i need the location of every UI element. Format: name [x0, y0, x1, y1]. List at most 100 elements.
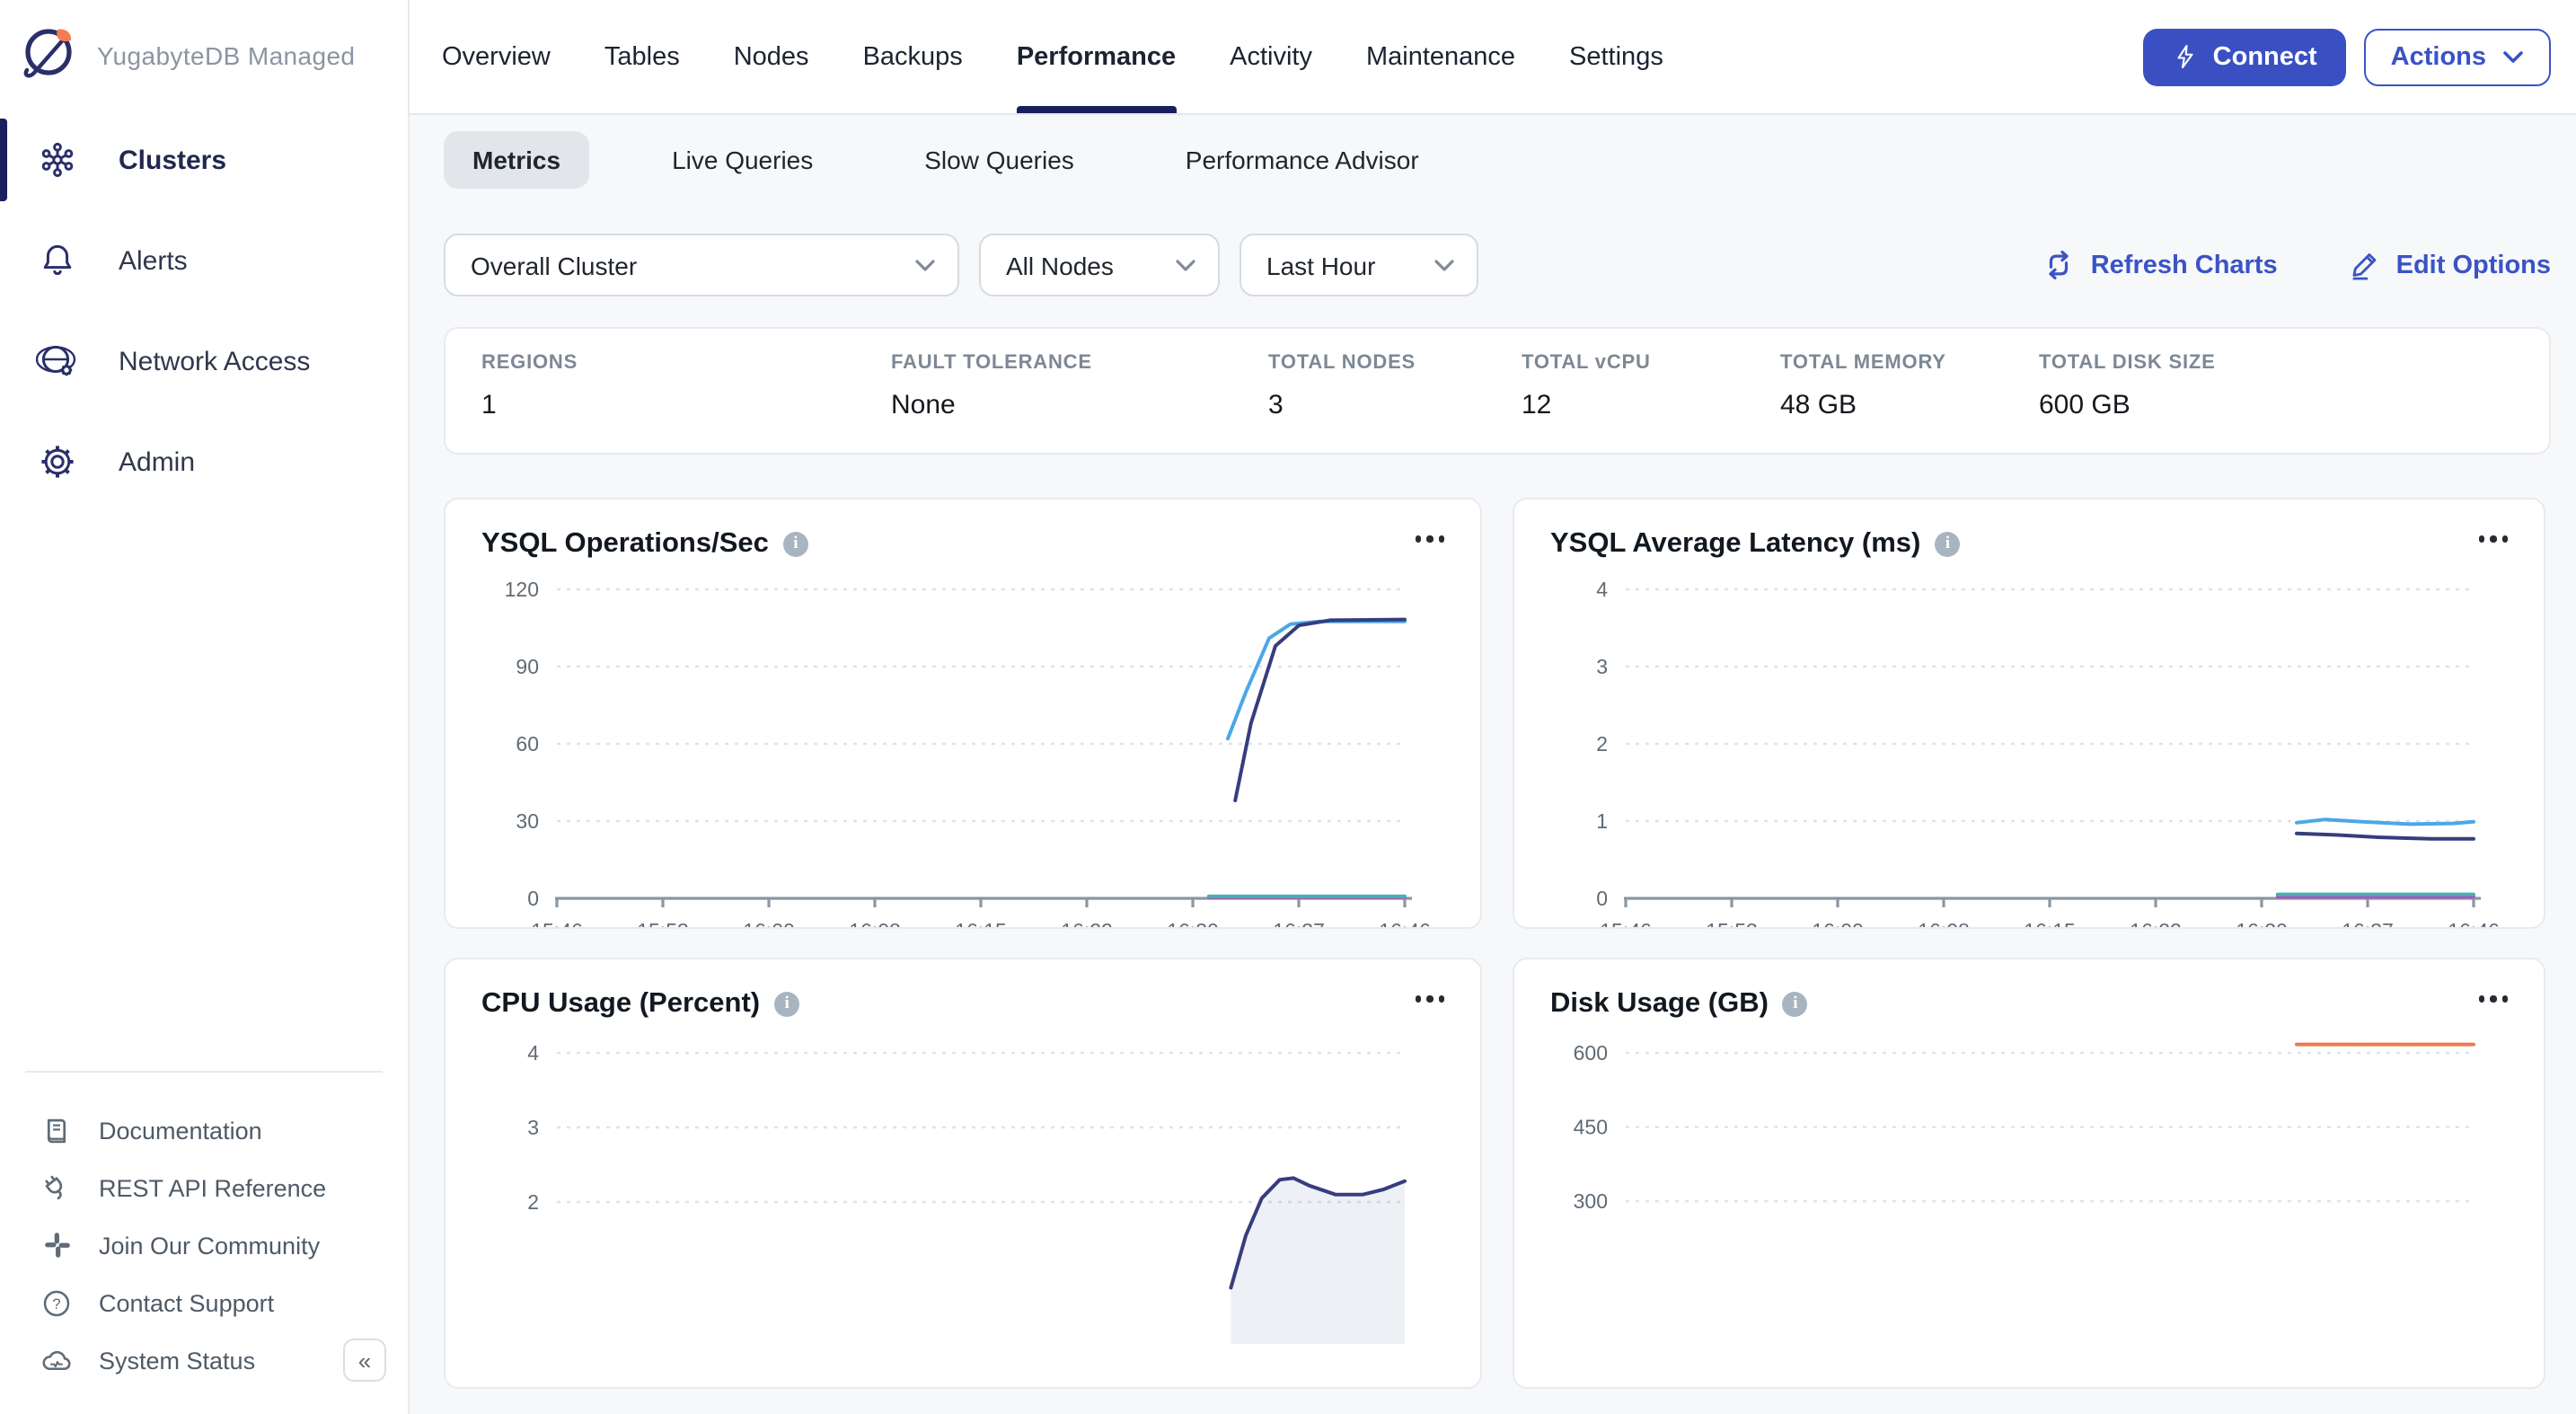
- sidebar-item-admin[interactable]: Admin: [0, 417, 408, 507]
- stat-fault-tolerance: FAULT TOLERANCE None: [891, 352, 1268, 453]
- cluster-select[interactable]: Overall Cluster: [444, 234, 959, 296]
- tab-activity[interactable]: Activity: [1230, 0, 1312, 113]
- chart-title: CPU Usage (Percent): [481, 988, 760, 1021]
- filter-row: Overall Cluster All Nodes Last Hour: [444, 234, 2551, 296]
- tab-overview[interactable]: Overview: [442, 0, 551, 113]
- tab-nodes[interactable]: Nodes: [734, 0, 809, 113]
- svg-text:16:22: 16:22: [2130, 919, 2182, 929]
- chart-header: YSQL Operations/Sec: [446, 499, 1480, 561]
- help-circle-icon: ?: [40, 1286, 74, 1320]
- svg-text:15:46: 15:46: [1600, 919, 1652, 929]
- svg-text:16:37: 16:37: [2342, 919, 2394, 929]
- chart-title: YSQL Average Latency (ms): [1550, 528, 1920, 561]
- chart-menu-ellipsis-icon[interactable]: [1411, 988, 1448, 1009]
- subtab-performance-advisor[interactable]: Performance Advisor: [1157, 131, 1448, 189]
- svg-text:16:15: 16:15: [2024, 919, 2076, 929]
- app-root: YugabyteDB Managed Clusters: [0, 0, 2576, 1414]
- stat-value: None: [891, 390, 1268, 420]
- svg-text:15:53: 15:53: [637, 919, 689, 929]
- stat-regions: REGIONS 1: [481, 352, 891, 453]
- utility-item-rest-api[interactable]: REST API Reference: [0, 1159, 408, 1216]
- main-column: Overview Tables Nodes Backups Performanc…: [410, 0, 2576, 1414]
- actions-button[interactable]: Actions: [2364, 28, 2551, 85]
- sidebar-nav: Clusters Alerts: [0, 115, 408, 517]
- sidebar-item-alerts[interactable]: Alerts: [0, 216, 408, 305]
- slack-icon: [40, 1228, 74, 1262]
- cloud-status-icon: [40, 1343, 74, 1377]
- actions-button-label: Actions: [2391, 42, 2486, 71]
- tab-tables[interactable]: Tables: [604, 0, 680, 113]
- edit-options-link[interactable]: Edit Options: [2350, 250, 2551, 280]
- tab-maintenance[interactable]: Maintenance: [1366, 0, 1515, 113]
- utility-item-community[interactable]: Join Our Community: [0, 1216, 408, 1274]
- chart-header: Disk Usage (GB): [1514, 959, 2544, 1021]
- tab-settings[interactable]: Settings: [1569, 0, 1663, 113]
- bell-icon: [36, 239, 79, 282]
- disk-usage-chart: 300450600: [1514, 1028, 2545, 1362]
- svg-text:16:22: 16:22: [1061, 919, 1113, 929]
- stat-value: 1: [481, 390, 891, 420]
- chart-title: Disk Usage (GB): [1550, 988, 1769, 1021]
- connect-button[interactable]: Connect: [2143, 28, 2346, 85]
- clusters-icon: [36, 138, 79, 181]
- info-icon[interactable]: [1935, 532, 1960, 557]
- svg-text:16:46: 16:46: [2448, 919, 2500, 929]
- plug-icon: [40, 1171, 74, 1205]
- sidebar-item-network-access[interactable]: Network Access: [0, 316, 408, 406]
- svg-text:4: 4: [1596, 578, 1608, 601]
- chart-menu-ellipsis-icon[interactable]: [2475, 528, 2511, 549]
- chart-menu-ellipsis-icon[interactable]: [1411, 528, 1448, 549]
- utility-item-documentation[interactable]: Documentation: [0, 1101, 408, 1159]
- svg-text:16:00: 16:00: [1812, 919, 1864, 929]
- chevron-down-icon: [2502, 49, 2524, 64]
- top-actions: Connect Actions: [2143, 0, 2551, 113]
- stat-label: TOTAL NODES: [1268, 352, 1522, 374]
- stat-value: 12: [1522, 390, 1780, 420]
- svg-text:16:46: 16:46: [1379, 919, 1431, 929]
- svg-text:300: 300: [1574, 1189, 1608, 1213]
- svg-text:16:30: 16:30: [1167, 919, 1219, 929]
- brand[interactable]: YugabyteDB Managed: [0, 0, 408, 111]
- tab-backups[interactable]: Backups: [863, 0, 963, 113]
- utility-item-label: Documentation: [99, 1117, 262, 1144]
- sidebar-item-clusters[interactable]: Clusters: [0, 115, 408, 205]
- sidebar: YugabyteDB Managed Clusters: [0, 0, 410, 1414]
- subtab-metrics[interactable]: Metrics: [444, 131, 589, 189]
- info-icon[interactable]: [783, 532, 808, 557]
- chevron-down-icon: [914, 258, 936, 272]
- stat-label: FAULT TOLERANCE: [891, 352, 1268, 374]
- edit-options-label: Edit Options: [2396, 251, 2551, 279]
- subtab-slow-queries[interactable]: Slow Queries: [895, 131, 1103, 189]
- chart-card-cpu-usage: CPU Usage (Percent) 234: [444, 958, 1482, 1389]
- chevron-down-icon: [1175, 258, 1196, 272]
- info-icon[interactable]: [1783, 992, 1808, 1017]
- utility-item-support[interactable]: ? Contact Support: [0, 1274, 408, 1331]
- performance-content: Metrics Live Queries Slow Queries Perfor…: [410, 115, 2576, 1414]
- svg-text:60: 60: [516, 732, 539, 756]
- svg-text:16:08: 16:08: [849, 919, 901, 929]
- refresh-charts-link[interactable]: Refresh Charts: [2042, 248, 2278, 282]
- cpu-usage-chart: 234: [446, 1028, 1482, 1362]
- svg-text:4: 4: [527, 1041, 539, 1065]
- tab-performance[interactable]: Performance: [1017, 0, 1176, 113]
- info-icon[interactable]: [774, 992, 799, 1017]
- ysql-operations-chart: 030609012015:4615:5316:0016:0816:1516:22…: [446, 568, 1482, 929]
- nodes-select[interactable]: All Nodes: [979, 234, 1220, 296]
- chart-card-disk-usage: Disk Usage (GB) 300450600: [1513, 958, 2545, 1389]
- sidebar-collapse-button[interactable]: «: [343, 1339, 386, 1382]
- svg-text:15:46: 15:46: [531, 919, 583, 929]
- ysql-latency-chart: 0123415:4615:5316:0016:0816:1516:2216:30…: [1514, 568, 2545, 929]
- svg-text:90: 90: [516, 655, 539, 678]
- svg-text:3: 3: [1596, 655, 1608, 678]
- svg-text:16:08: 16:08: [1918, 919, 1970, 929]
- gear-icon: [36, 440, 79, 483]
- svg-text:30: 30: [516, 809, 539, 833]
- subtab-live-queries[interactable]: Live Queries: [643, 131, 842, 189]
- cluster-stats-card: REGIONS 1 FAULT TOLERANCE None TOTAL NOD…: [444, 327, 2551, 455]
- bolt-icon: [2172, 43, 2199, 70]
- time-range-select[interactable]: Last Hour: [1239, 234, 1478, 296]
- chart-menu-ellipsis-icon[interactable]: [2475, 988, 2511, 1009]
- stat-label: TOTAL MEMORY: [1780, 352, 2039, 374]
- svg-text:3: 3: [527, 1116, 539, 1139]
- svg-text:450: 450: [1574, 1116, 1608, 1139]
